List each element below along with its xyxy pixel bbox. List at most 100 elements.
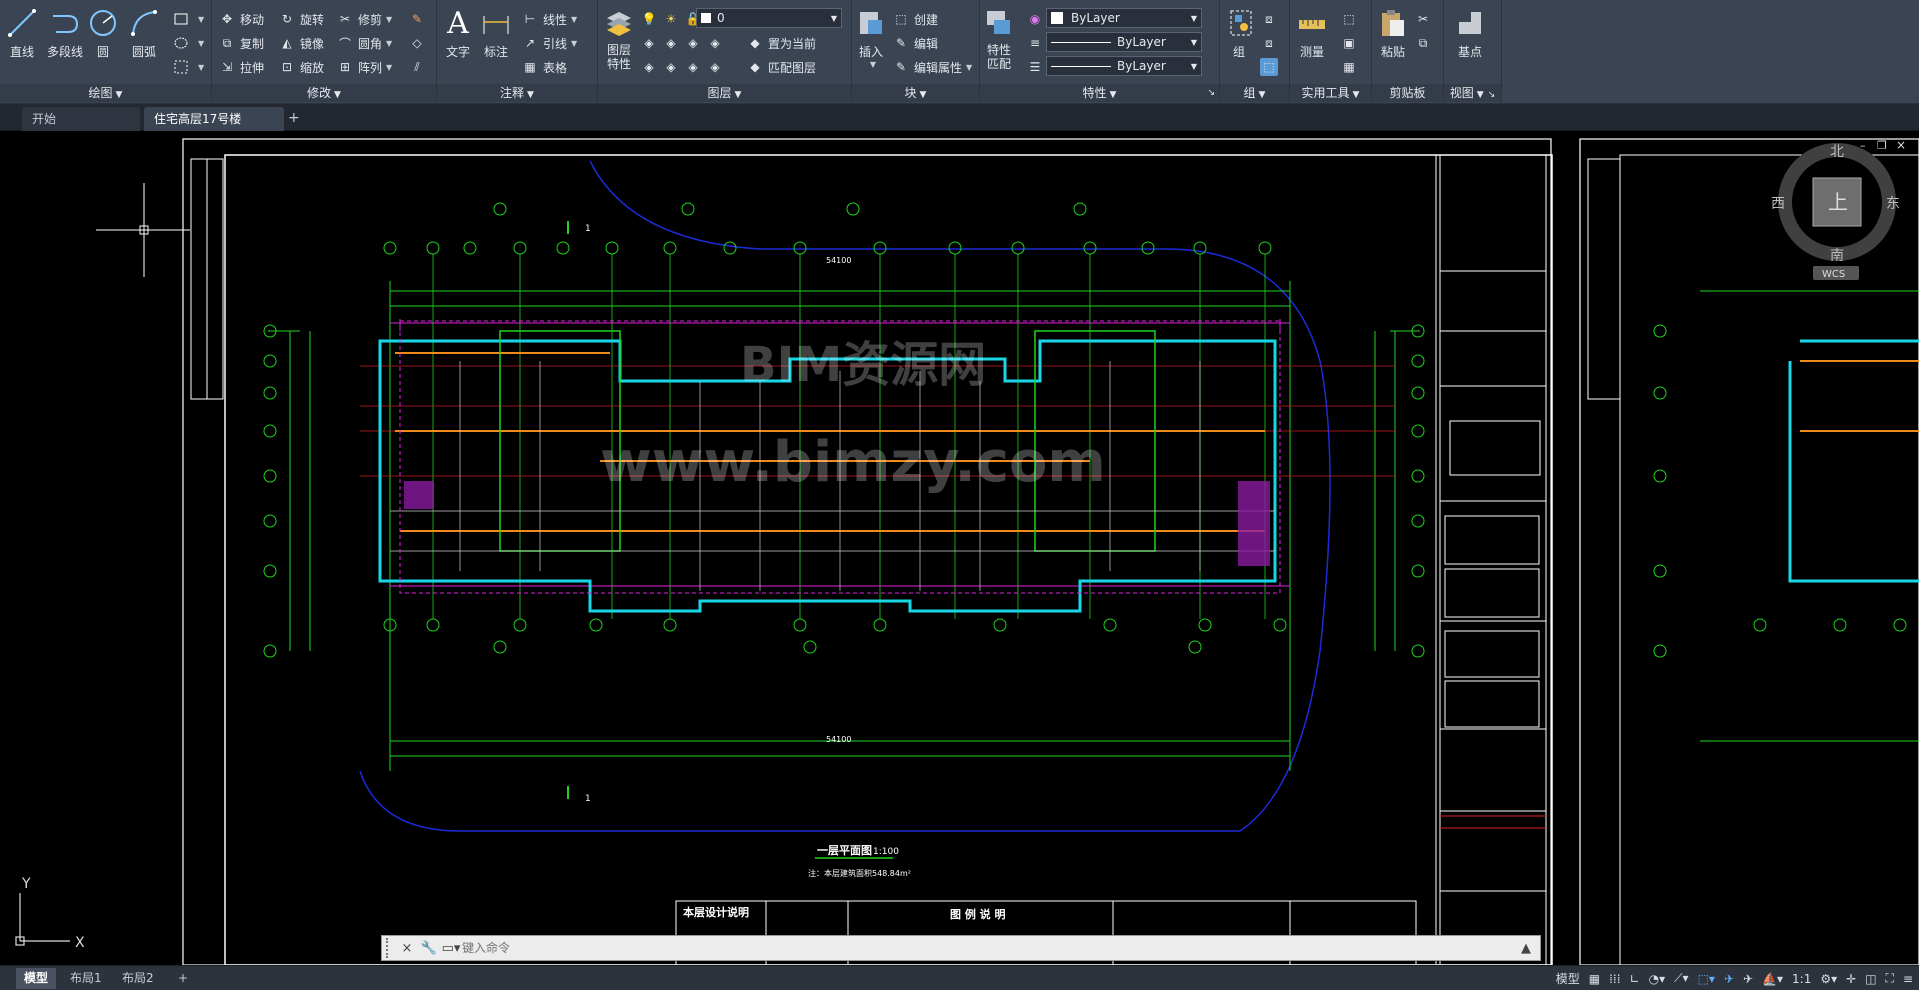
tab-drawing[interactable]: 住宅高层17号楼*×: [144, 107, 284, 150]
erase-button[interactable]: ✎: [408, 8, 430, 30]
panel-launcher-icon[interactable]: ↘: [1488, 90, 1496, 100]
autoscale-icon[interactable]: ✈: [1743, 972, 1753, 986]
match-properties-button[interactable]: 特性 匹配: [982, 6, 1016, 71]
stretch-button[interactable]: ⇲ 拉伸: [218, 56, 264, 78]
paste-button[interactable]: 粘贴: [1376, 6, 1410, 60]
viewcube-north[interactable]: 北: [1830, 144, 1844, 160]
arc-button[interactable]: 圆弧: [126, 6, 162, 60]
drawing-canvas[interactable]: BIM资源网 www.bimzy.com 54100 54100 1 1 一层平…: [0, 131, 1919, 965]
explode-button[interactable]: ◇: [408, 32, 430, 54]
polyline-button[interactable]: 多段线: [42, 6, 88, 60]
viewport-minimize-icon[interactable]: –: [1860, 139, 1866, 152]
move-button[interactable]: ✥ 移动: [218, 8, 264, 30]
panel-view-title[interactable]: 视图 ▼ ↘: [1444, 84, 1501, 102]
rectangle-button[interactable]: ▼: [172, 8, 204, 30]
measure-button[interactable]: 测量: [1294, 6, 1330, 60]
annotation-scale-icon[interactable]: ⛵▾: [1762, 972, 1783, 986]
boundary-button[interactable]: ▼: [172, 56, 204, 78]
scale-value[interactable]: 1:1: [1792, 972, 1811, 986]
grid-icon[interactable]: ▦: [1589, 972, 1600, 986]
viewport-close-icon[interactable]: ×: [1896, 138, 1906, 152]
panel-modify-title[interactable]: 修改 ▼: [212, 84, 436, 102]
tab-model[interactable]: 模型: [16, 968, 57, 989]
select-all-button[interactable]: ▣: [1340, 32, 1362, 54]
copy-clip-button[interactable]: ⧉: [1414, 32, 1436, 54]
command-history-icon[interactable]: ▭▾: [440, 941, 462, 956]
panel-groups-title[interactable]: 组 ▼: [1220, 84, 1289, 102]
fillet-button[interactable]: ⌒ 圆角 ▼: [336, 32, 392, 54]
panel-launcher-icon[interactable]: ↘: [1207, 84, 1215, 102]
close-icon[interactable]: ×: [396, 941, 418, 956]
add-layout-button[interactable]: +: [170, 968, 196, 989]
fullscreen-icon[interactable]: ⛶: [1886, 971, 1894, 986]
isolate-icon[interactable]: ◫: [1865, 972, 1876, 986]
group-select-button[interactable]: ⬚: [1260, 56, 1282, 78]
new-tab-button[interactable]: +: [288, 110, 300, 126]
tab-start[interactable]: 开始: [22, 107, 140, 131]
base-button[interactable]: 基点: [1450, 6, 1490, 60]
model-space-button[interactable]: 模型: [1556, 970, 1580, 987]
linear-button[interactable]: ⊢ 线性 ▼: [521, 8, 577, 30]
viewcube-west[interactable]: 西: [1771, 196, 1785, 212]
table-button[interactable]: ▦ 表格: [521, 56, 567, 78]
group-edit-button[interactable]: ⧈: [1260, 32, 1282, 54]
panel-annotation-title[interactable]: 注释 ▼: [437, 84, 597, 102]
edit-block-button[interactable]: ✎ 编辑: [892, 32, 938, 54]
dimension-button[interactable]: 标注: [479, 6, 513, 60]
tab-layout1[interactable]: 布局1: [62, 968, 110, 989]
line-button[interactable]: 直线: [4, 6, 40, 60]
array-button[interactable]: ⊞ 阵列 ▼: [336, 56, 392, 78]
scale-button[interactable]: ⊡ 缩放: [278, 56, 324, 78]
leader-button[interactable]: ↗ 引线 ▼: [521, 32, 577, 54]
panel-draw-title[interactable]: 绘图 ▼: [0, 84, 211, 102]
tab-layout2[interactable]: 布局2: [114, 968, 162, 989]
calculator-button[interactable]: ▦: [1340, 56, 1362, 78]
match-layer-button[interactable]: ◆ 匹配图层: [746, 56, 816, 78]
annotation-visibility-icon[interactable]: ✈: [1724, 972, 1734, 986]
linetype-dropdown[interactable]: ByLayer ▼: [1046, 32, 1202, 52]
viewcube-south[interactable]: 南: [1830, 248, 1844, 264]
gear-icon[interactable]: ⚙▾: [1820, 972, 1837, 986]
create-block-button[interactable]: ⬚ 创建: [892, 8, 938, 30]
panel-properties-title[interactable]: 特性 ▼ ↘: [980, 84, 1219, 102]
panel-layers-title[interactable]: 图层 ▼: [598, 84, 851, 102]
viewport-restore-icon[interactable]: ❐: [1877, 139, 1887, 152]
viewcube[interactable]: 上 北 南 东 西 WCS: [1771, 143, 1900, 280]
layer-tools-row2[interactable]: ◈ ◈ ◈ ◈: [640, 56, 728, 78]
copy-button[interactable]: ⧉ 复制: [218, 32, 264, 54]
lineweight-dropdown[interactable]: ByLayer ▼: [1046, 56, 1202, 76]
text-button[interactable]: A 文字: [441, 6, 475, 60]
hatch-button[interactable]: ▼: [172, 32, 204, 54]
circle-button[interactable]: 圆: [86, 6, 120, 60]
plus-icon[interactable]: ✛: [1846, 972, 1856, 986]
mirror-button[interactable]: ◭ 镜像: [278, 32, 324, 54]
wrench-icon[interactable]: 🔧: [418, 941, 440, 956]
trim-button[interactable]: ✂ 修剪 ▼: [336, 8, 392, 30]
chevron-up-icon[interactable]: ▲: [1512, 941, 1540, 956]
snap-icon[interactable]: ⁞⁞⁞: [1609, 972, 1620, 986]
isometric-icon[interactable]: ⟋▾: [1674, 971, 1688, 986]
quick-select-button[interactable]: ⬚: [1340, 8, 1362, 30]
layer-properties-button[interactable]: 图层 特性: [600, 6, 638, 71]
offset-button[interactable]: ⫽: [408, 56, 430, 78]
edit-attributes-button[interactable]: ✎ 编辑属性 ▼: [892, 56, 972, 78]
viewcube-east[interactable]: 东: [1886, 196, 1900, 212]
cut-button[interactable]: ✂: [1414, 8, 1436, 30]
menu-icon[interactable]: ≡: [1903, 972, 1913, 986]
rotate-button[interactable]: ↻ 旋转: [278, 8, 324, 30]
set-current-button[interactable]: ◆ 置为当前: [746, 32, 816, 54]
layer-tools-row1[interactable]: ◈ ◈ ◈ ◈: [640, 32, 728, 54]
ortho-icon[interactable]: ∟: [1630, 972, 1640, 986]
ungroup-button[interactable]: ⧈: [1260, 8, 1282, 30]
panel-utilities-title[interactable]: 实用工具 ▼: [1290, 84, 1371, 102]
command-input[interactable]: [462, 937, 1512, 959]
insert-button[interactable]: 插入 ▼: [852, 6, 890, 69]
polar-icon[interactable]: ◔▾: [1649, 972, 1666, 986]
command-line-grip[interactable]: [386, 938, 396, 958]
panel-block-title[interactable]: 块 ▼: [852, 84, 979, 102]
object-snap-icon[interactable]: ⬚▾: [1698, 972, 1715, 986]
panel-clipboard-title[interactable]: 剪贴板: [1372, 84, 1443, 102]
group-button[interactable]: 组: [1224, 6, 1254, 60]
layer-dropdown[interactable]: 0 ▼: [696, 8, 842, 28]
color-dropdown[interactable]: ByLayer ▼: [1046, 8, 1202, 28]
